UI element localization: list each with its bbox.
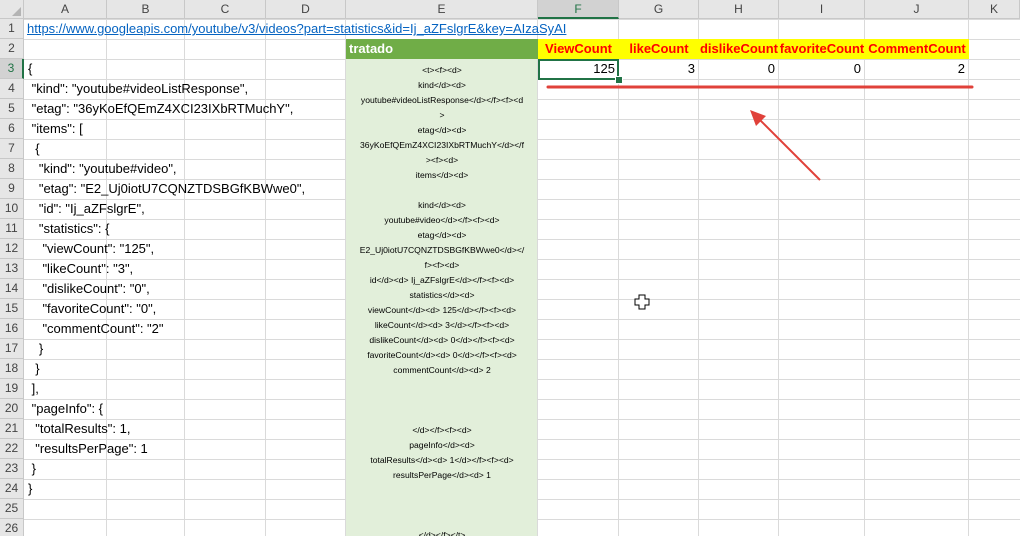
- arrow-annotation: [755, 115, 821, 181]
- plus-cursor-icon: [634, 294, 650, 310]
- annotation-overlay: [546, 85, 974, 181]
- spreadsheet: ABCDEFGHIJK 1 2 3 4 5 6 7 8 9 10 11 12 13 14 15 16 17 18 1…: [0, 0, 1020, 536]
